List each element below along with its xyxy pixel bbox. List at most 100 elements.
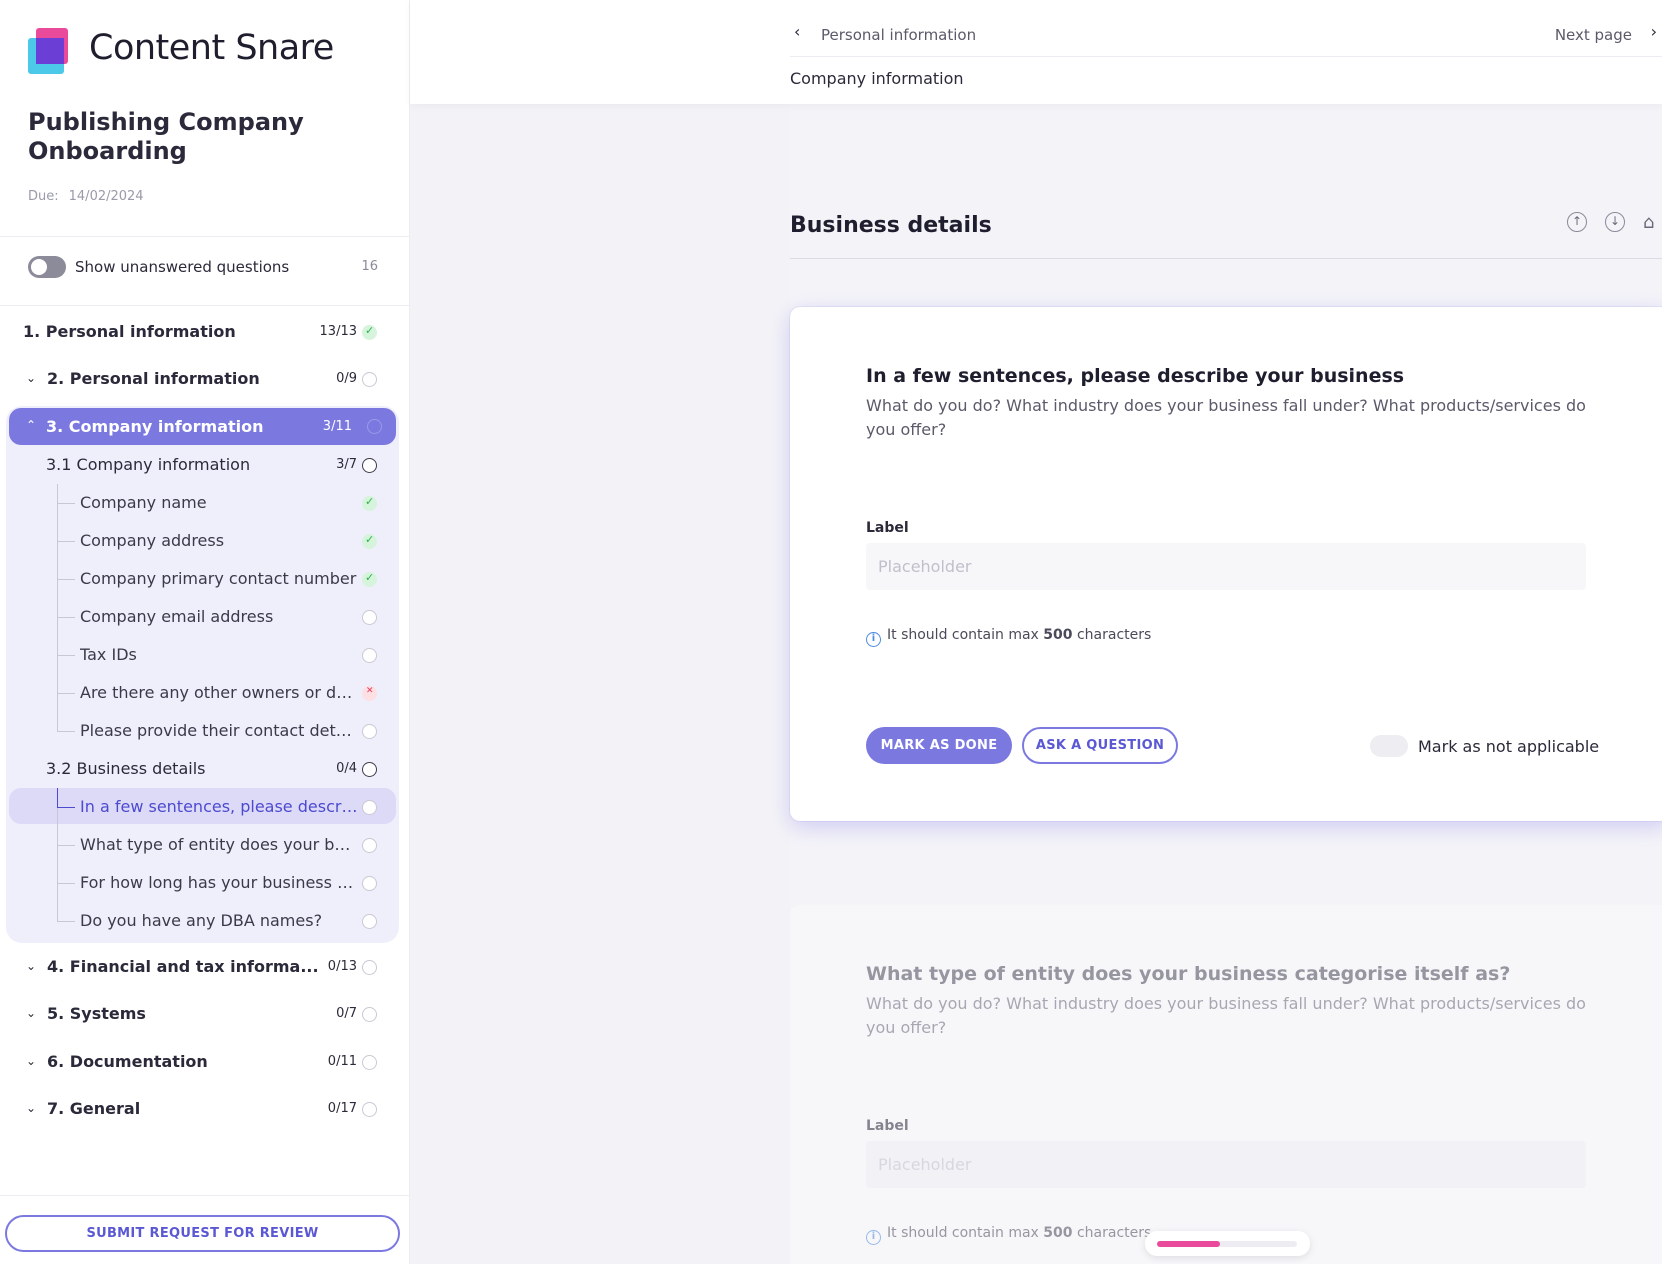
- nav-item-label: Company name: [80, 493, 207, 512]
- tree-connector: [57, 902, 75, 922]
- chevron-down-icon[interactable]: ⌄: [26, 1101, 36, 1115]
- empty-circle-icon: [362, 800, 377, 815]
- chevron-up-icon[interactable]: ⌃: [26, 418, 36, 432]
- divider: [0, 1195, 410, 1196]
- nav-item-dba-names[interactable]: Do you have any DBA names?: [0, 902, 410, 940]
- answer-input[interactable]: [866, 543, 1586, 590]
- due-label: Due:: [28, 189, 59, 204]
- nav-item-company-email[interactable]: Company email address: [0, 598, 410, 636]
- arrow-down-circle-icon[interactable]: ↓: [1605, 212, 1625, 232]
- home-icon[interactable]: ⌂: [1643, 212, 1654, 233]
- nav-section-label: 4. Financial and tax informa...: [47, 957, 319, 976]
- tree-connector: [57, 560, 75, 598]
- unanswered-count: 16: [361, 259, 378, 274]
- answer-input[interactable]: [866, 1141, 1586, 1188]
- not-applicable-label: Mark as not applicable: [1418, 737, 1600, 756]
- progress-fill: [1157, 1241, 1220, 1247]
- nav-subsection-label: 3.2 Business details: [46, 759, 206, 778]
- empty-circle-icon: [362, 1007, 377, 1022]
- nav-item-entity-type[interactable]: What type of entity does your business c…: [0, 826, 410, 864]
- tree-connector: [57, 712, 75, 732]
- nav-item-label: Are there any other owners or directors?: [80, 683, 355, 702]
- nav-section-5[interactable]: ⌄ 5. Systems 0/7: [0, 995, 410, 1033]
- ask-question-button[interactable]: ASK A QUESTION: [1022, 727, 1178, 764]
- top-bar: ‹ Personal information Next page › Compa…: [410, 0, 1662, 104]
- empty-circle-icon: [362, 648, 377, 663]
- project-title: Publishing Company Onboarding: [28, 108, 304, 165]
- nav-section-3[interactable]: ⌃ 3. Company information 3/11: [9, 408, 396, 445]
- nav-item-operating-duration[interactable]: For how long has your business been oper…: [0, 864, 410, 902]
- tree-connector: [57, 484, 75, 522]
- nav-section-label: 2. Personal information: [47, 369, 260, 388]
- nav-item-contact-details[interactable]: Please provide their contact details: [0, 712, 410, 750]
- sidebar: Content Snare Publishing Company Onboard…: [0, 0, 410, 1264]
- brand-name: Content Snare: [89, 28, 334, 68]
- nav-section-2[interactable]: ⌄ 2. Personal information 0/9: [0, 360, 410, 398]
- due-value: 14/02/2024: [68, 189, 144, 204]
- nav-section-1[interactable]: 1. Personal information 13/13: [0, 313, 410, 351]
- progress-track: [1157, 1241, 1297, 1247]
- nav-item-label: In a few sentences, please describe your…: [80, 797, 358, 816]
- nav-section-count: 0/17: [327, 1101, 357, 1116]
- question-card-next: What type of entity does your business c…: [790, 905, 1662, 1264]
- nav-section-count: 3/11: [322, 419, 352, 434]
- divider: [0, 305, 410, 306]
- arrow-up-circle-icon[interactable]: ↑: [1567, 212, 1587, 232]
- empty-circle-icon: [362, 372, 377, 387]
- tree-connector: [57, 674, 75, 712]
- question-card-active: In a few sentences, please describe your…: [790, 307, 1662, 821]
- nav-item-label: Tax IDs: [80, 645, 137, 664]
- not-applicable-toggle[interactable]: [1370, 735, 1408, 757]
- tree-connector: [57, 788, 75, 826]
- nav-section-label: 6. Documentation: [47, 1052, 208, 1071]
- nav-subsection-count: 3/7: [336, 457, 357, 472]
- hint-text-pre: It should contain max: [887, 627, 1044, 643]
- nav-item-label: Please provide their contact details: [80, 721, 360, 740]
- chevron-down-icon[interactable]: ⌄: [26, 959, 36, 973]
- check-circle-icon: [362, 495, 377, 511]
- empty-circle-icon: [362, 914, 377, 929]
- nav-section-7[interactable]: ⌄ 7. General 0/17: [0, 1090, 410, 1128]
- nav-item-other-owners[interactable]: Are there any other owners or directors?: [0, 674, 410, 712]
- empty-circle-icon: [362, 762, 377, 777]
- nav-subsection-3-1[interactable]: 3.1 Company information 3/7: [0, 446, 410, 482]
- empty-circle-icon: [362, 458, 377, 473]
- hint-text-post: characters: [1072, 627, 1152, 643]
- nav-section-4[interactable]: ⌄ 4. Financial and tax informa... 0/13: [0, 948, 410, 986]
- content-background: [410, 104, 790, 1264]
- submit-request-button[interactable]: SUBMIT REQUEST FOR REVIEW: [5, 1215, 400, 1252]
- due-date: Due: 14/02/2024: [28, 189, 144, 204]
- chevron-left-icon[interactable]: ‹: [794, 22, 800, 41]
- nav-item-company-name[interactable]: Company name: [0, 484, 410, 522]
- check-circle-icon: [362, 571, 377, 587]
- info-icon: i: [866, 632, 881, 647]
- progress-indicator: [1145, 1231, 1310, 1256]
- empty-circle-icon: [362, 610, 377, 625]
- nav-section-count: 0/13: [327, 959, 357, 974]
- nav-item-tax-ids[interactable]: Tax IDs: [0, 636, 410, 674]
- info-icon: i: [866, 1230, 881, 1245]
- nav-section-count: 0/9: [336, 371, 357, 386]
- chevron-down-icon[interactable]: ⌄: [26, 371, 36, 385]
- nav-section-count: 0/7: [336, 1006, 357, 1021]
- nav-item-company-address[interactable]: Company address: [0, 522, 410, 560]
- nav-item-company-contact-number[interactable]: Company primary contact number: [0, 560, 410, 598]
- show-unanswered-toggle[interactable]: [28, 256, 66, 278]
- next-page-link[interactable]: Next page: [1555, 26, 1632, 44]
- question-title: What type of entity does your business c…: [866, 963, 1511, 985]
- nav-section-count: 0/11: [327, 1054, 357, 1069]
- check-circle-icon: [362, 533, 377, 549]
- chevron-down-icon[interactable]: ⌄: [26, 1006, 36, 1020]
- mark-as-done-button[interactable]: MARK AS DONE: [866, 727, 1012, 764]
- divider: [0, 236, 410, 237]
- nav-subsection-3-2[interactable]: 3.2 Business details 0/4: [0, 750, 410, 786]
- chevron-right-icon[interactable]: ›: [1651, 22, 1657, 41]
- nav-section-6[interactable]: ⌄ 6. Documentation 0/11: [0, 1043, 410, 1081]
- nav-item-label: Company email address: [80, 607, 274, 626]
- previous-page-link[interactable]: Personal information: [821, 26, 976, 44]
- nav-subsection-count: 0/4: [336, 761, 357, 776]
- nav-item-describe-business[interactable]: In a few sentences, please describe your…: [0, 788, 410, 826]
- chevron-down-icon[interactable]: ⌄: [26, 1054, 36, 1068]
- tree-connector: [57, 826, 75, 864]
- nav-section-label: 1. Personal information: [23, 322, 236, 341]
